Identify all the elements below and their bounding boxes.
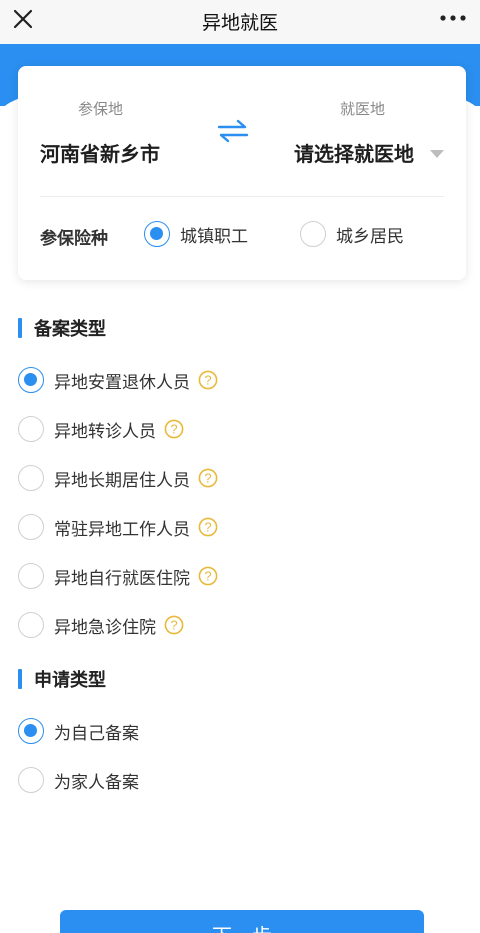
option-label: 为自己备案 — [54, 723, 139, 744]
insurance-option-urban-rural-resident[interactable]: 城乡居民 — [300, 221, 404, 247]
record-type-section-header: 备案类型 — [18, 316, 106, 340]
option-label: 异地安置退休人员 — [54, 372, 190, 393]
help-icon[interactable]: ? — [198, 517, 218, 537]
radio-unselected[interactable] — [18, 465, 44, 491]
record-option[interactable]: 异地转诊人员 ? — [18, 415, 184, 443]
record-option[interactable]: 异地自行就医住院 ? — [18, 562, 218, 590]
insured-place-label: 参保地 — [78, 100, 124, 118]
option-label: 异地长期居住人员 — [54, 470, 190, 491]
insurance-type-label: 参保险种 — [40, 229, 108, 249]
radio-selected[interactable] — [18, 367, 44, 393]
location-card: 参保地 就医地 河南省新乡市 请选择就医地 参保险种 城镇职工 城乡居民 — [18, 66, 466, 280]
top-nav-bar: 异地就医 — [0, 0, 480, 44]
help-icon[interactable]: ? — [198, 566, 218, 586]
option-label: 为家人备案 — [54, 772, 139, 793]
more-icon[interactable] — [440, 15, 466, 21]
radio-unselected[interactable] — [18, 563, 44, 589]
page-title: 异地就医 — [201, 12, 278, 34]
record-option[interactable]: 异地长期居住人员 ? — [18, 464, 218, 492]
help-icon[interactable]: ? — [164, 419, 184, 439]
help-icon[interactable]: ? — [198, 370, 218, 390]
radio-unselected[interactable] — [18, 767, 44, 793]
radio-selected[interactable] — [144, 221, 170, 247]
svg-text:?: ? — [170, 422, 177, 437]
option-label: 异地转诊人员 — [54, 421, 156, 442]
apply-type-section-header: 申请类型 — [18, 667, 106, 691]
apply-option[interactable]: 为自己备案 — [18, 717, 139, 745]
radio-unselected[interactable] — [18, 612, 44, 638]
radio-unselected[interactable] — [18, 514, 44, 540]
section-title: 备案类型 — [34, 319, 106, 340]
divider — [40, 196, 444, 197]
radio-selected[interactable] — [18, 718, 44, 744]
radio-unselected[interactable] — [300, 221, 326, 247]
treatment-place-select[interactable]: 请选择就医地 — [294, 138, 414, 167]
svg-text:?: ? — [170, 618, 177, 633]
treatment-place-label: 就医地 — [340, 100, 386, 118]
swap-arrows-icon[interactable] — [216, 118, 250, 144]
next-step-button[interactable]: 下一步 — [60, 910, 424, 933]
insured-place-value[interactable]: 河南省新乡市 — [40, 138, 160, 167]
help-icon[interactable]: ? — [164, 615, 184, 635]
option-label: 城乡居民 — [336, 226, 404, 247]
record-option[interactable]: 异地安置退休人员 ? — [18, 366, 218, 394]
caret-down-icon[interactable] — [430, 150, 444, 158]
section-title: 申请类型 — [34, 670, 106, 691]
help-icon[interactable]: ? — [198, 468, 218, 488]
next-step-label: 下一步 — [60, 920, 424, 933]
section-accent-bar — [18, 318, 22, 338]
option-label: 异地自行就医住院 — [54, 568, 190, 589]
radio-unselected[interactable] — [18, 416, 44, 442]
svg-text:?: ? — [204, 471, 211, 486]
apply-option[interactable]: 为家人备案 — [18, 766, 139, 794]
svg-text:?: ? — [204, 569, 211, 584]
record-option[interactable]: 异地急诊住院 ? — [18, 611, 184, 639]
svg-text:?: ? — [204, 373, 211, 388]
svg-text:?: ? — [204, 520, 211, 535]
insurance-option-urban-employee[interactable]: 城镇职工 — [144, 221, 248, 247]
section-accent-bar — [18, 669, 22, 689]
record-option[interactable]: 常驻异地工作人员 ? — [18, 513, 218, 541]
option-label: 城镇职工 — [180, 226, 248, 247]
option-label: 常驻异地工作人员 — [54, 519, 190, 540]
option-label: 异地急诊住院 — [54, 617, 156, 638]
